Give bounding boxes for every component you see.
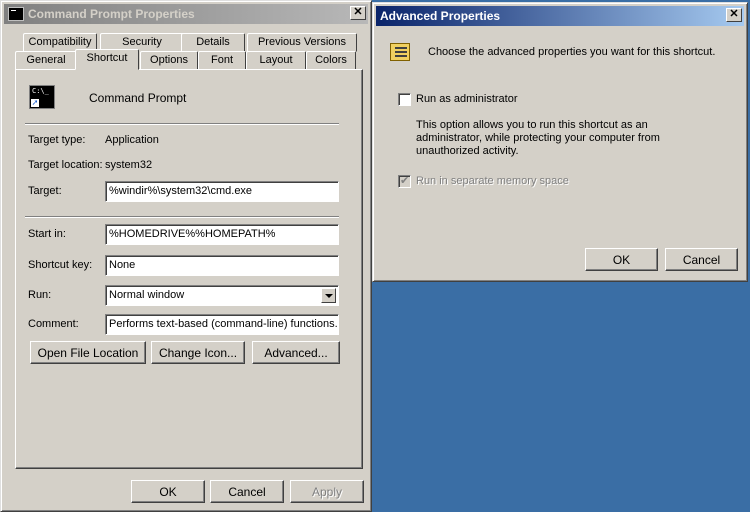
shortcut-arrow-icon: ➚ <box>30 98 40 108</box>
tab-colors[interactable]: Colors <box>306 51 356 70</box>
run-as-admin-label[interactable]: Run as administrator <box>416 93 518 105</box>
change-icon-button[interactable]: Change Icon... <box>151 341 245 364</box>
target-location-label: Target location: <box>28 159 103 171</box>
properties-window: Command Prompt Properties ✕ Compatibilit… <box>0 0 372 512</box>
target-location-value: system32 <box>105 159 153 171</box>
cancel-button[interactable]: Cancel <box>210 480 284 503</box>
advanced-ok-button[interactable]: OK <box>585 248 658 271</box>
checkmark-icon: ✔ <box>400 175 410 187</box>
separator-2 <box>25 216 339 218</box>
shortcut-properties-icon <box>390 41 412 63</box>
properties-title: Command Prompt Properties <box>28 7 195 21</box>
advanced-close-button[interactable]: ✕ <box>726 8 742 22</box>
comment-label: Comment: <box>28 318 79 330</box>
target-type-label: Target type: <box>28 134 86 146</box>
tab-options[interactable]: Options <box>140 51 198 70</box>
advanced-button[interactable]: Advanced... <box>252 341 340 364</box>
run-select[interactable]: Normal window <box>105 285 339 306</box>
chevron-down-icon[interactable] <box>321 288 336 303</box>
advanced-intro-text: Choose the advanced properties you want … <box>428 46 716 58</box>
comment-input[interactable]: Performs text-based (command-line) funct… <box>105 314 339 335</box>
tab-previous-versions[interactable]: Previous Versions <box>247 33 357 52</box>
target-input[interactable]: %windir%\system32\cmd.exe <box>105 181 339 202</box>
separator-1 <box>25 123 339 125</box>
tab-general[interactable]: General <box>15 51 77 70</box>
shortcut-name: Command Prompt <box>89 91 187 105</box>
open-file-location-button[interactable]: Open File Location <box>30 341 146 364</box>
advanced-cancel-button[interactable]: Cancel <box>665 248 738 271</box>
shortcut-key-input[interactable]: None <box>105 255 339 276</box>
shortcut-key-label: Shortcut key: <box>28 259 93 271</box>
properties-close-button[interactable]: ✕ <box>350 6 366 20</box>
target-label: Target: <box>28 185 62 197</box>
start-in-input[interactable]: %HOMEDRIVE%%HOMEPATH% <box>105 224 339 245</box>
advanced-window: Advanced Properties ✕ Choose the advance… <box>372 2 748 282</box>
run-as-admin-checkbox[interactable] <box>398 93 411 106</box>
run-label: Run: <box>28 289 52 301</box>
advanced-titlebar[interactable]: Advanced Properties ✕ <box>376 6 744 26</box>
run-as-admin-description: This option allows you to run this short… <box>416 119 660 157</box>
start-in-label: Start in: <box>28 228 66 240</box>
shortcut-icon: C:\_ ➚ <box>29 85 55 109</box>
shortcut-icon-text: C:\_ <box>32 87 49 95</box>
target-type-value: Application <box>105 134 159 146</box>
ok-button[interactable]: OK <box>131 480 205 503</box>
advanced-title: Advanced Properties <box>380 9 501 23</box>
separate-memory-label: Run in separate memory space <box>416 175 569 187</box>
tab-font[interactable]: Font <box>198 51 246 70</box>
properties-titlebar[interactable]: Command Prompt Properties ✕ <box>4 4 368 24</box>
cmd-title-icon <box>8 7 24 21</box>
tab-layout[interactable]: Layout <box>246 51 306 70</box>
tab-shortcut[interactable]: Shortcut <box>75 49 139 70</box>
apply-button[interactable]: Apply <box>290 480 364 503</box>
run-select-value: Normal window <box>109 289 185 301</box>
separate-memory-checkbox: ✔ <box>398 175 411 188</box>
tab-details[interactable]: Details <box>181 33 245 52</box>
